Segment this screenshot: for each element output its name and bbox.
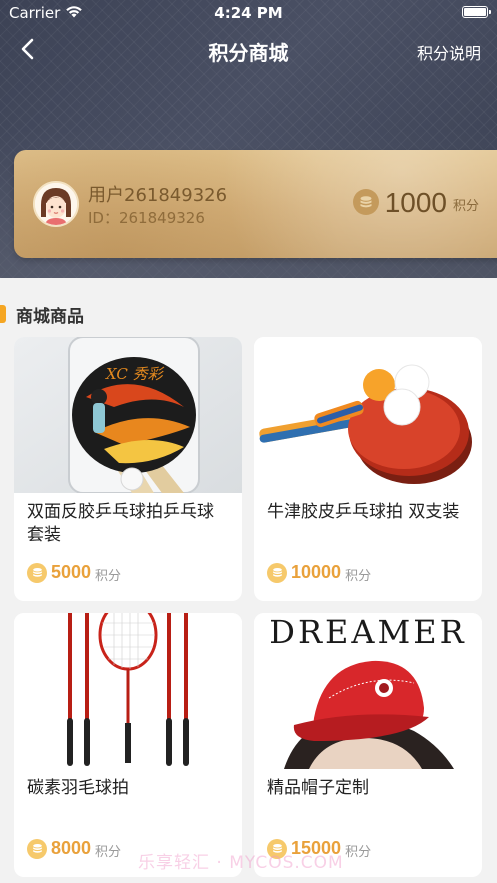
- price-value: 8000: [51, 838, 92, 858]
- product-name: 碳素羽毛球拍: [27, 778, 129, 798]
- watermark-text: 乐享轻汇 · MYCOS.COM: [138, 853, 344, 873]
- coin-icon: [267, 562, 287, 583]
- section-title: 商城商品: [16, 306, 84, 327]
- price-unit: 积分: [345, 845, 372, 860]
- points-value: 1000: [384, 187, 447, 218]
- user-points-card: 用户261849326 ID：261849326 1000 积分: [14, 150, 497, 258]
- price-unit: 积分: [95, 845, 122, 860]
- product-image: [14, 613, 242, 769]
- product-price: 5000 积分: [27, 561, 121, 584]
- product-name: 牛津胶皮乒乓球拍 双支装: [267, 502, 460, 522]
- product-card[interactable]: 牛津胶皮乒乓球拍 双支装 10000 积分: [254, 337, 482, 601]
- user-name: 用户261849326: [88, 185, 228, 206]
- points-mall-screen: Carrier 4:24 PM 积分商城 积分说明 用户261849326 ID…: [0, 0, 497, 883]
- points-unit: 积分: [452, 199, 479, 214]
- product-name: 精品帽子定制: [267, 778, 369, 798]
- product-brand-text: XC 秀彩: [105, 365, 165, 383]
- coin-icon: [27, 562, 47, 583]
- nav-bar: 积分商城 积分说明: [0, 26, 497, 74]
- product-name: 双面反胶乒乓球拍乒乓球套装: [27, 502, 214, 545]
- product-card[interactable]: 碳素羽毛球拍 8000 积分: [14, 613, 242, 877]
- price-unit: 积分: [345, 569, 372, 584]
- points-explain-button[interactable]: 积分说明: [417, 40, 481, 64]
- section-accent-bar: [0, 305, 6, 323]
- user-id: ID：261849326: [88, 209, 205, 227]
- product-price: 10000 积分: [267, 561, 371, 584]
- price-value: 10000: [291, 562, 342, 582]
- coin-icon: [27, 838, 47, 859]
- section-header: 商城商品: [0, 301, 84, 327]
- product-price: 8000 积分: [27, 837, 121, 860]
- clock: 4:24 PM: [214, 4, 283, 22]
- product-image: DREAMER: [254, 613, 482, 769]
- price-value: 5000: [51, 562, 92, 582]
- product-image-text: DREAMER: [269, 613, 466, 651]
- product-image: XC 秀彩: [14, 337, 242, 493]
- product-card[interactable]: XC 秀彩 双面反胶乒乓球拍乒乓球套装 5000 积分: [14, 337, 242, 601]
- points-balance: 1000 积分: [352, 187, 479, 219]
- product-image: [254, 337, 482, 493]
- avatar[interactable]: [33, 181, 79, 227]
- battery-icon: [462, 6, 491, 18]
- status-bar: Carrier 4:24 PM: [0, 0, 497, 26]
- price-unit: 积分: [95, 569, 122, 584]
- product-card[interactable]: DREAMER 精品帽子定制 15000 积分: [254, 613, 482, 877]
- coin-icon: [352, 189, 379, 215]
